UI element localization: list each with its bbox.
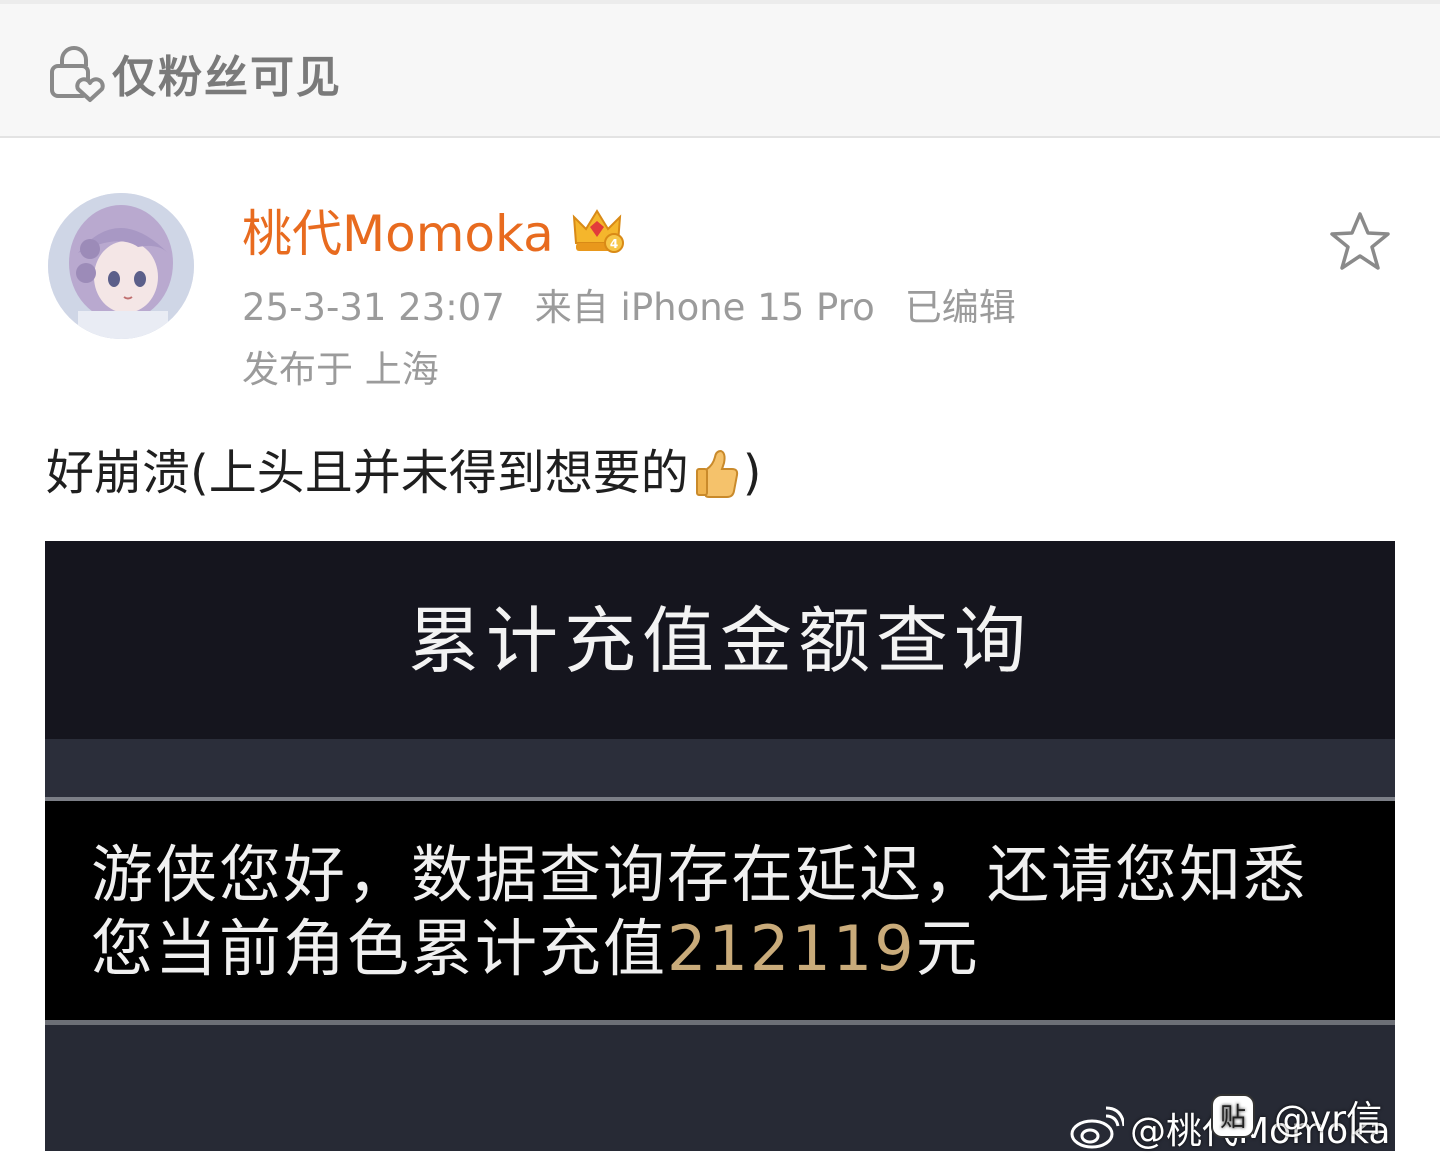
avatar-image: [48, 193, 194, 339]
message-line-2-suffix: 元: [915, 912, 980, 985]
edited-label[interactable]: 已编辑: [905, 286, 1016, 329]
tieba-watermark-text: @vr信: [1274, 1099, 1383, 1140]
visibility-bar: 仅粉丝可见: [0, 4, 1440, 138]
image-message-panel: 游侠您好，数据查询存在延迟，还请您知悉 您当前角色累计充值212119元: [45, 801, 1395, 1021]
post-location: 发布于 上海: [242, 348, 439, 391]
visibility-label: 仅粉丝可见: [112, 52, 342, 103]
avatar[interactable]: [48, 193, 194, 339]
crown-icon[interactable]: 4: [570, 203, 624, 257]
post-image[interactable]: 累计充值金额查询 游侠您好，数据查询存在延迟，还请您知悉 您当前角色累计充值21…: [45, 541, 1395, 1151]
post-text-main: 好崩溃(上头且并未得到想要的: [46, 445, 689, 501]
message-line-1: 游侠您好，数据查询存在延迟，还请您知悉: [91, 838, 1308, 911]
lock-heart-icon: [50, 46, 105, 102]
tieba-logo-icon: 贴: [1211, 1094, 1255, 1138]
message-line-2: 您当前角色累计充值212119元: [91, 911, 980, 987]
tieba-watermark: 贴 @vr信: [1210, 1090, 1382, 1142]
username-row: 桃代Momoka 4: [242, 196, 624, 264]
post-text-end: ): [742, 445, 762, 501]
post-text: 好崩溃(上头且并未得到想要的 ): [46, 438, 761, 508]
svg-text:4: 4: [610, 237, 618, 251]
svg-text:贴: 贴: [1220, 1103, 1246, 1133]
thumbs-up-icon: [695, 449, 738, 498]
post-meta: 25-3-31 23:07 来自 iPhone 15 Pro 已编辑: [242, 282, 1046, 334]
weibo-logo-icon: [1070, 1106, 1124, 1149]
favorite-star-icon[interactable]: [1326, 208, 1394, 276]
image-header: 累计充值金额查询: [45, 541, 1395, 739]
image-title: 累计充值金额查询: [407, 599, 1032, 683]
message-line-2-prefix: 您当前角色累计充值: [91, 912, 668, 985]
image-band: [45, 739, 1395, 797]
post-timestamp: 25-3-31 23:07: [242, 286, 505, 329]
username[interactable]: 桃代Momoka: [242, 194, 554, 266]
recharge-amount: 212119: [667, 912, 916, 985]
post-source: 来自 iPhone 15 Pro: [534, 286, 875, 329]
